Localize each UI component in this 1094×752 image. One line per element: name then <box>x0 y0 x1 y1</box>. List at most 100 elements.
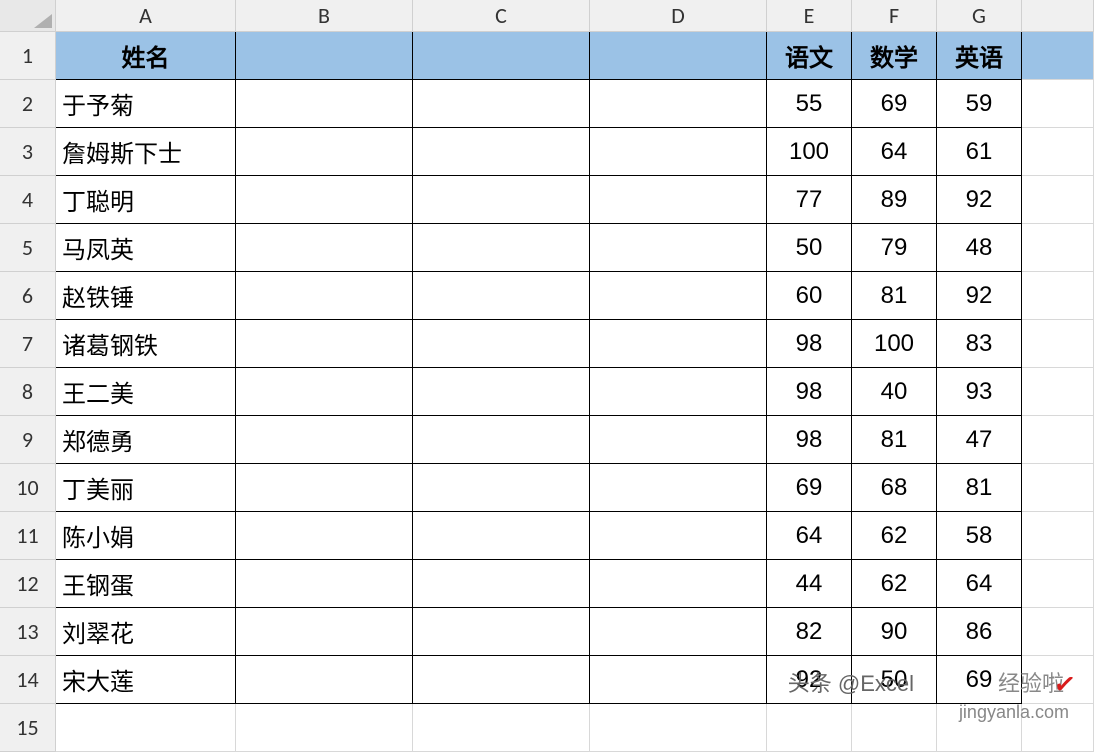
cell-d13[interactable] <box>590 608 767 656</box>
cell-c13[interactable] <box>413 608 590 656</box>
spreadsheet[interactable]: A B C D E F G 1 姓名 语文 数学 英语 2 于予菊 55 69 … <box>0 0 1094 728</box>
cell-e13[interactable]: 82 <box>767 608 852 656</box>
cell-c2[interactable] <box>413 80 590 128</box>
cell-c10[interactable] <box>413 464 590 512</box>
cell-f9[interactable]: 81 <box>852 416 937 464</box>
cell-a4[interactable]: 丁聪明 <box>56 176 236 224</box>
cell-h13[interactable] <box>1022 608 1094 656</box>
cell-h11[interactable] <box>1022 512 1094 560</box>
col-header-e[interactable]: E <box>767 0 852 32</box>
cell-d11[interactable] <box>590 512 767 560</box>
cell-c3[interactable] <box>413 128 590 176</box>
row-header-10[interactable]: 10 <box>0 464 56 512</box>
cell-g5[interactable]: 48 <box>937 224 1022 272</box>
cell-d15[interactable] <box>590 704 767 752</box>
cell-g7[interactable]: 83 <box>937 320 1022 368</box>
cell-a2[interactable]: 于予菊 <box>56 80 236 128</box>
cell-e12[interactable]: 44 <box>767 560 852 608</box>
row-header-4[interactable]: 4 <box>0 176 56 224</box>
cell-a8[interactable]: 王二美 <box>56 368 236 416</box>
cell-b11[interactable] <box>236 512 413 560</box>
cell-b14[interactable] <box>236 656 413 704</box>
cell-g8[interactable]: 93 <box>937 368 1022 416</box>
row-header-14[interactable]: 14 <box>0 656 56 704</box>
row-header-7[interactable]: 7 <box>0 320 56 368</box>
cell-e11[interactable]: 64 <box>767 512 852 560</box>
cell-a14[interactable]: 宋大莲 <box>56 656 236 704</box>
cell-h3[interactable] <box>1022 128 1094 176</box>
cell-e5[interactable]: 50 <box>767 224 852 272</box>
row-header-1[interactable]: 1 <box>0 32 56 80</box>
select-all-corner[interactable] <box>0 0 56 32</box>
cell-e15[interactable] <box>767 704 852 752</box>
cell-g4[interactable]: 92 <box>937 176 1022 224</box>
row-header-8[interactable]: 8 <box>0 368 56 416</box>
cell-d5[interactable] <box>590 224 767 272</box>
cell-d9[interactable] <box>590 416 767 464</box>
cell-g12[interactable]: 64 <box>937 560 1022 608</box>
col-header-b[interactable]: B <box>236 0 413 32</box>
cell-f12[interactable]: 62 <box>852 560 937 608</box>
cell-a7[interactable]: 诸葛钢铁 <box>56 320 236 368</box>
cell-f11[interactable]: 62 <box>852 512 937 560</box>
cell-e10[interactable]: 69 <box>767 464 852 512</box>
cell-d2[interactable] <box>590 80 767 128</box>
cell-g10[interactable]: 81 <box>937 464 1022 512</box>
cell-c7[interactable] <box>413 320 590 368</box>
cell-f4[interactable]: 89 <box>852 176 937 224</box>
cell-c5[interactable] <box>413 224 590 272</box>
row-header-15[interactable]: 15 <box>0 704 56 752</box>
cell-b13[interactable] <box>236 608 413 656</box>
col-header-g[interactable]: G <box>937 0 1022 32</box>
cell-c9[interactable] <box>413 416 590 464</box>
cell-a13[interactable]: 刘翠花 <box>56 608 236 656</box>
col-header-f[interactable]: F <box>852 0 937 32</box>
cell-g13[interactable]: 86 <box>937 608 1022 656</box>
cell-e4[interactable]: 77 <box>767 176 852 224</box>
cell-a10[interactable]: 丁美丽 <box>56 464 236 512</box>
cell-g3[interactable]: 61 <box>937 128 1022 176</box>
cell-f5[interactable]: 79 <box>852 224 937 272</box>
cell-b9[interactable] <box>236 416 413 464</box>
cell-h2[interactable] <box>1022 80 1094 128</box>
cell-e6[interactable]: 60 <box>767 272 852 320</box>
cell-c15[interactable] <box>413 704 590 752</box>
cell-f6[interactable]: 81 <box>852 272 937 320</box>
cell-h12[interactable] <box>1022 560 1094 608</box>
cell-a11[interactable]: 陈小娟 <box>56 512 236 560</box>
cell-d8[interactable] <box>590 368 767 416</box>
cell-h6[interactable] <box>1022 272 1094 320</box>
col-header-c[interactable]: C <box>413 0 590 32</box>
cell-h5[interactable] <box>1022 224 1094 272</box>
cell-f13[interactable]: 90 <box>852 608 937 656</box>
row-header-2[interactable]: 2 <box>0 80 56 128</box>
row-header-13[interactable]: 13 <box>0 608 56 656</box>
row-header-5[interactable]: 5 <box>0 224 56 272</box>
cell-b10[interactable] <box>236 464 413 512</box>
col-header-a[interactable]: A <box>56 0 236 32</box>
cell-g11[interactable]: 58 <box>937 512 1022 560</box>
cell-d7[interactable] <box>590 320 767 368</box>
cell-h9[interactable] <box>1022 416 1094 464</box>
cell-h7[interactable] <box>1022 320 1094 368</box>
row-header-3[interactable]: 3 <box>0 128 56 176</box>
cell-b3[interactable] <box>236 128 413 176</box>
cell-a9[interactable]: 郑德勇 <box>56 416 236 464</box>
cell-d4[interactable] <box>590 176 767 224</box>
col-header-extra[interactable] <box>1022 0 1094 32</box>
row-header-6[interactable]: 6 <box>0 272 56 320</box>
cell-h10[interactable] <box>1022 464 1094 512</box>
cell-e9[interactable]: 98 <box>767 416 852 464</box>
cell-h1[interactable] <box>1022 32 1094 80</box>
cell-b7[interactable] <box>236 320 413 368</box>
cell-c4[interactable] <box>413 176 590 224</box>
row-header-9[interactable]: 9 <box>0 416 56 464</box>
cell-d6[interactable] <box>590 272 767 320</box>
cell-a1[interactable]: 姓名 <box>56 32 236 80</box>
cell-d12[interactable] <box>590 560 767 608</box>
cell-e1[interactable]: 语文 <box>767 32 852 80</box>
cell-e3[interactable]: 100 <box>767 128 852 176</box>
cell-e8[interactable]: 98 <box>767 368 852 416</box>
cell-f8[interactable]: 40 <box>852 368 937 416</box>
cell-h8[interactable] <box>1022 368 1094 416</box>
